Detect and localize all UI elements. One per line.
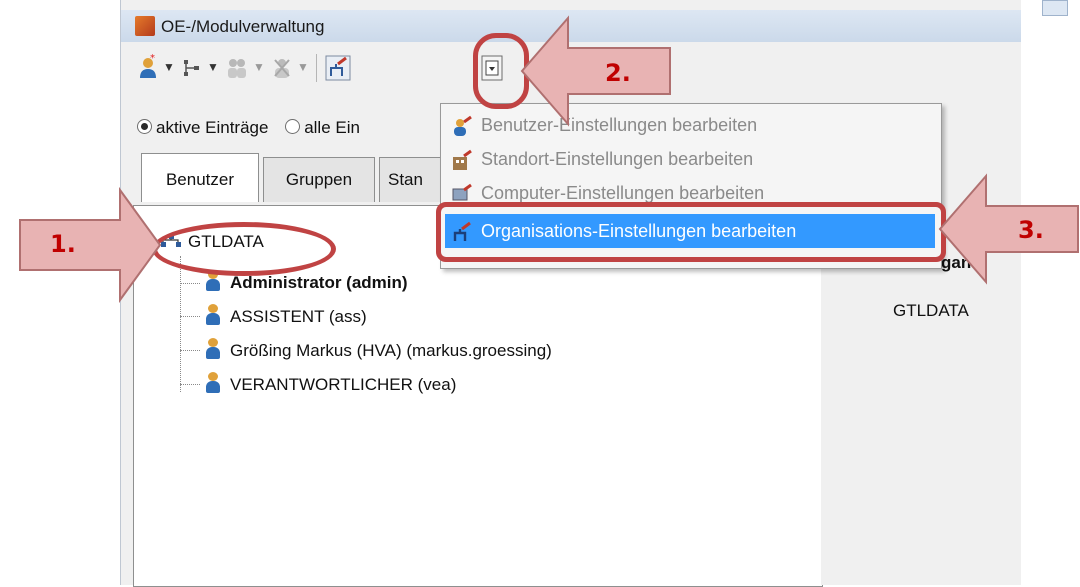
radio-active-entries[interactable] [137, 119, 152, 134]
org-settings-icon[interactable] [325, 54, 351, 82]
app-icon [135, 16, 155, 36]
entry-filter: aktive Einträge alle Ein [137, 118, 360, 138]
user-icon [206, 304, 220, 326]
menu-item-user-settings[interactable]: Benutzer-Einstellungen bearbeiten [445, 108, 935, 142]
group-dropdown-icon[interactable]: ▼ [253, 60, 265, 74]
menu-item-location-settings[interactable]: Standort-Einstellungen bearbeiten [445, 142, 935, 176]
tree-item-label: ASSISTENT (ass) [230, 307, 367, 326]
group-icon[interactable] [225, 54, 249, 82]
radio-all-entries[interactable] [285, 119, 301, 134]
add-user-icon[interactable]: * [137, 54, 159, 82]
callout-arrow-2 [520, 15, 671, 127]
add-user-dropdown-icon[interactable]: ▼ [163, 60, 175, 74]
tree-connector [180, 256, 181, 392]
callout-arrow-3 [938, 173, 1079, 285]
highlight-menu-item [436, 202, 946, 262]
tree-item[interactable]: VERANTWORTLICHER (vea) [206, 372, 456, 395]
tree-item-label: Größing Markus (HVA) (markus.groessing) [230, 341, 552, 360]
callout-label-3: 3. [1018, 216, 1044, 244]
location-settings-icon [453, 149, 472, 170]
tree-item[interactable]: ASSISTENT (ass) [206, 304, 367, 327]
tree-connector [180, 350, 200, 351]
highlight-tree-root [152, 222, 336, 276]
user-icon [206, 338, 220, 360]
user-settings-icon [454, 115, 472, 136]
callout-label-1: 1. [50, 230, 76, 258]
tree-connector [180, 283, 200, 284]
tree-item[interactable]: Größing Markus (HVA) (markus.groessing) [206, 338, 552, 361]
callout-label-2: 2. [605, 59, 631, 87]
org-tree-dropdown-icon[interactable]: ▼ [207, 60, 219, 74]
user-icon [206, 372, 220, 394]
delete-icon[interactable] [271, 54, 293, 82]
menu-item-computer-settings[interactable]: Computer-Einstellungen bearbeiten [445, 176, 935, 202]
radio-active-label: aktive Einträge [156, 118, 269, 137]
org-tree-icon[interactable] [181, 54, 203, 82]
tree-connector [180, 316, 200, 317]
tree-item-label: Administrator (admin) [230, 273, 408, 292]
tree-item-label: VERANTWORTLICHER (vea) [230, 375, 457, 394]
details-value: GTLDATA [893, 301, 969, 320]
tree-connector [180, 384, 200, 385]
toolbar-separator [316, 54, 317, 82]
callout-arrow-1 [19, 186, 162, 304]
computer-settings-icon [452, 183, 472, 201]
window-title: OE-/Modulverwaltung [161, 17, 325, 36]
background-window-fragment [1042, 0, 1068, 16]
svg-text:*: * [150, 54, 155, 64]
radio-all-label: alle Ein [304, 118, 360, 137]
delete-dropdown-icon[interactable]: ▼ [297, 60, 309, 74]
tab-gruppen[interactable]: Gruppen [263, 157, 375, 202]
